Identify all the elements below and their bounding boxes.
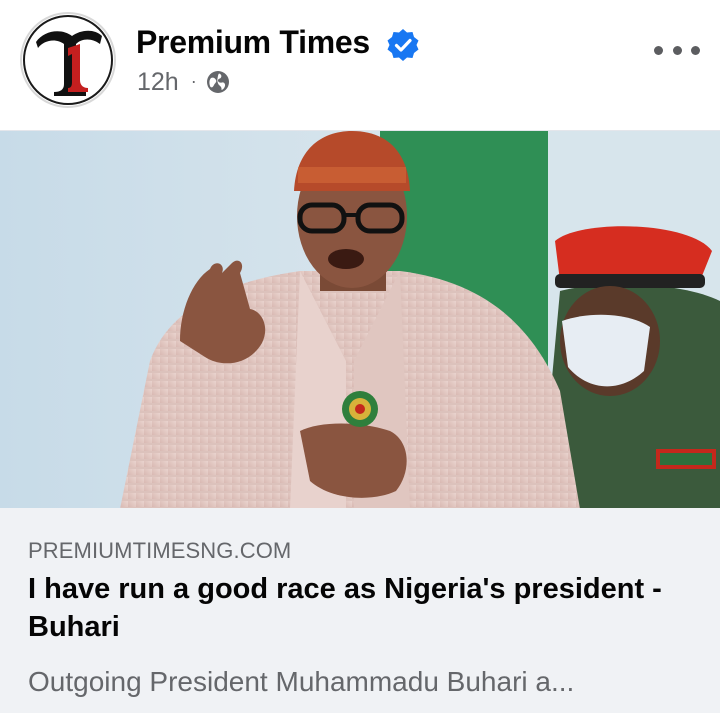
- meta-separator: ·: [190, 70, 197, 91]
- globe-icon[interactable]: [206, 70, 230, 94]
- facebook-post: Premium Times 12h · PREMIUMTIMESNG.COM I…: [0, 0, 720, 713]
- post-meta: 12h ·: [137, 66, 230, 98]
- verified-badge-icon: [387, 29, 419, 61]
- post-photo[interactable]: [0, 130, 720, 508]
- post-timestamp[interactable]: 12h: [137, 68, 179, 97]
- buhari-speaking-photo: [0, 131, 720, 508]
- more-dot: [654, 45, 663, 55]
- page-avatar[interactable]: [20, 12, 116, 108]
- post-header: Premium Times 12h ·: [0, 0, 720, 130]
- more-options-icon[interactable]: [654, 38, 700, 62]
- more-dot: [691, 45, 700, 55]
- page-name[interactable]: Premium Times: [136, 24, 370, 61]
- premium-times-logo-icon: [23, 15, 113, 105]
- link-domain: PREMIUMTIMESNG.COM: [28, 538, 292, 563]
- link-headline[interactable]: I have run a good race as Nigeria's pres…: [28, 570, 708, 646]
- link-preview[interactable]: PREMIUMTIMESNG.COM I have run a good rac…: [0, 508, 720, 713]
- more-dot: [672, 45, 682, 55]
- link-excerpt: Outgoing President Muhammadu Buhari a...: [28, 666, 575, 697]
